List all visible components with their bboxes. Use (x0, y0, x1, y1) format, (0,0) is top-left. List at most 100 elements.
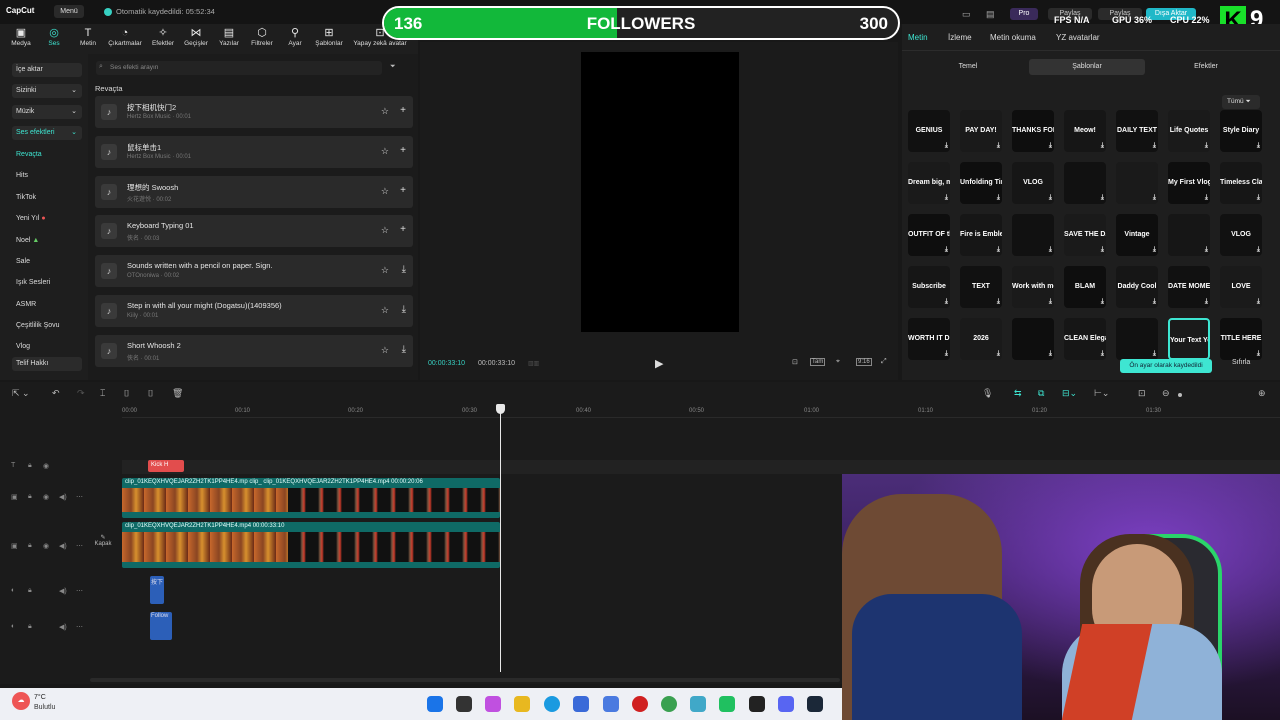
app-icon[interactable] (603, 696, 619, 712)
template-item[interactable]: ⤓ (1116, 318, 1158, 360)
split-icon[interactable]: ⌶ (100, 388, 105, 399)
template-item[interactable]: Your Text Your Title Your Quote (1168, 318, 1210, 360)
download-icon[interactable]: ⤓ (1153, 194, 1156, 202)
ratio-button[interactable]: Tam (810, 358, 826, 366)
reset-button[interactable]: Sıfırla (1232, 359, 1250, 366)
template-item[interactable]: Fire is Emblem ⤓ (960, 214, 1002, 256)
sidebar-sfx[interactable]: Ses efektleri ⌄ (12, 126, 82, 140)
chrome-icon[interactable] (661, 696, 677, 712)
list-item[interactable]: ♪ Keyboard Typing 01 侠名 · 00:03 ☆ + (95, 215, 413, 247)
app-icon-2[interactable] (690, 696, 706, 712)
template-item[interactable]: ⤓ (1168, 214, 1210, 256)
playhead[interactable] (500, 404, 501, 672)
more-icon[interactable]: ⋯ (76, 587, 83, 595)
template-item[interactable]: BLAM ⤓ (1064, 266, 1106, 308)
seg-effects[interactable]: Efektler (1148, 59, 1264, 75)
template-item[interactable]: VLOG ⤓ (1012, 162, 1054, 204)
template-item[interactable]: Style Diary ⤓ (1220, 110, 1262, 152)
list-item[interactable]: ♪ 按下相机快门2 Hertz Box Music · 00:01 ☆ + (95, 96, 413, 128)
download-icon[interactable]: ⤓ (1257, 350, 1260, 358)
sidebar-item-hits[interactable]: Hits (16, 172, 28, 179)
add-icon[interactable]: + (400, 105, 406, 116)
sidebar-item-trending[interactable]: Revaçta (16, 151, 42, 158)
template-item[interactable]: My First Vlog ⤓ (1168, 162, 1210, 204)
download-icon[interactable]: ⤓ (1101, 298, 1104, 306)
copilot-icon[interactable] (485, 696, 501, 712)
download-icon[interactable]: ⤓ (997, 142, 1000, 150)
trim-right-icon[interactable]: ⌷ (148, 388, 153, 399)
star-icon[interactable]: ☆ (381, 186, 389, 197)
caption-clip[interactable]: Kick H (148, 460, 184, 472)
template-item[interactable]: THANKS FOR WATCHING ⤓ (1012, 110, 1054, 152)
filter-select[interactable]: Tümü ⏷ (1222, 95, 1260, 109)
template-item[interactable]: LOVE ⤓ (1220, 266, 1262, 308)
tool-audio[interactable]: ◎ Ses (35, 26, 73, 52)
star-icon[interactable]: ☆ (381, 106, 389, 117)
download-icon[interactable]: ⤓ (1101, 194, 1104, 202)
template-item[interactable]: Life Quotes ⤓ (1168, 110, 1210, 152)
shortcut-icon[interactable]: ▤ (986, 9, 995, 20)
template-item[interactable]: Subscribe ⤓ (908, 266, 950, 308)
delete-icon[interactable]: 🗑 (172, 388, 183, 399)
audio-clip[interactable]: Follow (150, 612, 172, 640)
template-item[interactable]: ⤓ (1012, 214, 1054, 256)
undo-icon[interactable]: ↶ (52, 388, 60, 399)
lock-icon[interactable]: 🔒︎ (28, 623, 32, 631)
sidebar-item-newyear[interactable]: Yeni Yıl ● (16, 215, 46, 222)
download-icon[interactable]: ⤓ (997, 298, 1000, 306)
download-icon[interactable]: ⤓ (402, 304, 406, 315)
list-item[interactable]: ♪ Short Whoosh 2 侠名 · 00:01 ☆ ⤓ (95, 335, 413, 367)
template-item[interactable]: TITLE HERE ⤓ (1220, 318, 1262, 360)
template-item[interactable]: Unfolding Timeline ⤓ (960, 162, 1002, 204)
tool-text[interactable]: T Metin (69, 26, 107, 52)
template-item[interactable]: Timeless Classic ⤓ (1220, 162, 1262, 204)
video-clip-overlay[interactable]: clip_01KEQXHVQEJAR2ZH2TK1PP4HE4.mp clip_… (122, 478, 500, 518)
download-icon[interactable]: ⤓ (1205, 246, 1208, 254)
list-item[interactable]: ♪ 鼠标单击1 Hertz Box Music · 00:01 ☆ + (95, 136, 413, 168)
filter-icon[interactable]: ⏷ (390, 63, 396, 71)
weather-icon[interactable]: ☁ (12, 692, 30, 710)
sidebar-item-sale[interactable]: Sale (16, 258, 30, 265)
download-icon[interactable]: ⤓ (1049, 246, 1052, 254)
list-item[interactable]: ♪ Step in with all your might (Dogatsu)(1… (95, 295, 413, 327)
crop-icon[interactable]: ⊡ (792, 358, 798, 366)
download-icon[interactable]: ⤓ (1101, 350, 1104, 358)
zoom-slider[interactable] (1178, 393, 1182, 397)
template-item[interactable]: Daddy Cool ⤓ (1116, 266, 1158, 308)
explorer-icon[interactable] (514, 696, 530, 712)
search-input[interactable]: Ses efekti arayın (96, 61, 382, 75)
template-item[interactable]: CLEAN Elegant ⤓ (1064, 318, 1106, 360)
layout-icon[interactable]: ▭ (962, 9, 971, 20)
tool-stickers[interactable]: ◔ Çıkartmalar (106, 26, 144, 52)
tool-templates[interactable]: ⊞ Şablonlar (310, 26, 348, 52)
sidebar-yours[interactable]: Sizinki ⌄ (12, 84, 82, 98)
template-item[interactable]: DATE MOMENT ⤓ (1168, 266, 1210, 308)
playhead-handle[interactable] (496, 404, 505, 414)
sidebar-item-variety[interactable]: Çeşitlilik Şovu (16, 322, 60, 329)
pro-badge[interactable]: Pro (1010, 8, 1038, 20)
template-item[interactable]: OUTFIT OF the day ⤓ (908, 214, 950, 256)
snapshot-icon[interactable]: ⌖ (836, 358, 840, 366)
eye-icon[interactable]: ◉ (43, 462, 49, 470)
play-button[interactable]: ▶ (655, 357, 663, 370)
sidebar-item-tiktok[interactable]: TikTok (16, 194, 36, 201)
add-icon[interactable]: + (400, 185, 406, 196)
tab-tracking[interactable]: İzleme (948, 33, 972, 42)
timeline-scrollbar[interactable] (90, 678, 840, 682)
save-default-button[interactable]: Ön ayar olarak kaydedildi (1120, 359, 1212, 373)
menu-button[interactable]: Menü (54, 5, 84, 18)
list-item[interactable]: ♪ Sounds written with a pencil on paper. … (95, 255, 413, 287)
download-icon[interactable]: ⤓ (1153, 350, 1156, 358)
list-item[interactable]: ♪ 理想的 Swoosh 火花遊悦 · 00:02 ☆ + (95, 176, 413, 208)
seg-basic[interactable]: Temel (910, 59, 1026, 75)
aspect-button[interactable]: 9:16 (856, 358, 872, 366)
cover-button[interactable]: ✎ Kapak (91, 534, 115, 547)
fullscreen-icon[interactable]: ⤢ (881, 358, 887, 366)
star-icon[interactable]: ☆ (381, 265, 389, 276)
select-tool-icon[interactable]: ⇱ ⌄ (12, 388, 30, 399)
lock-icon[interactable]: 🔒︎ (28, 542, 32, 550)
mic-icon[interactable]: 🎙 (982, 388, 993, 399)
download-icon[interactable]: ⤓ (1257, 194, 1260, 202)
download-icon[interactable]: ⤓ (997, 350, 1000, 358)
tab-text[interactable]: Metin (908, 33, 928, 42)
